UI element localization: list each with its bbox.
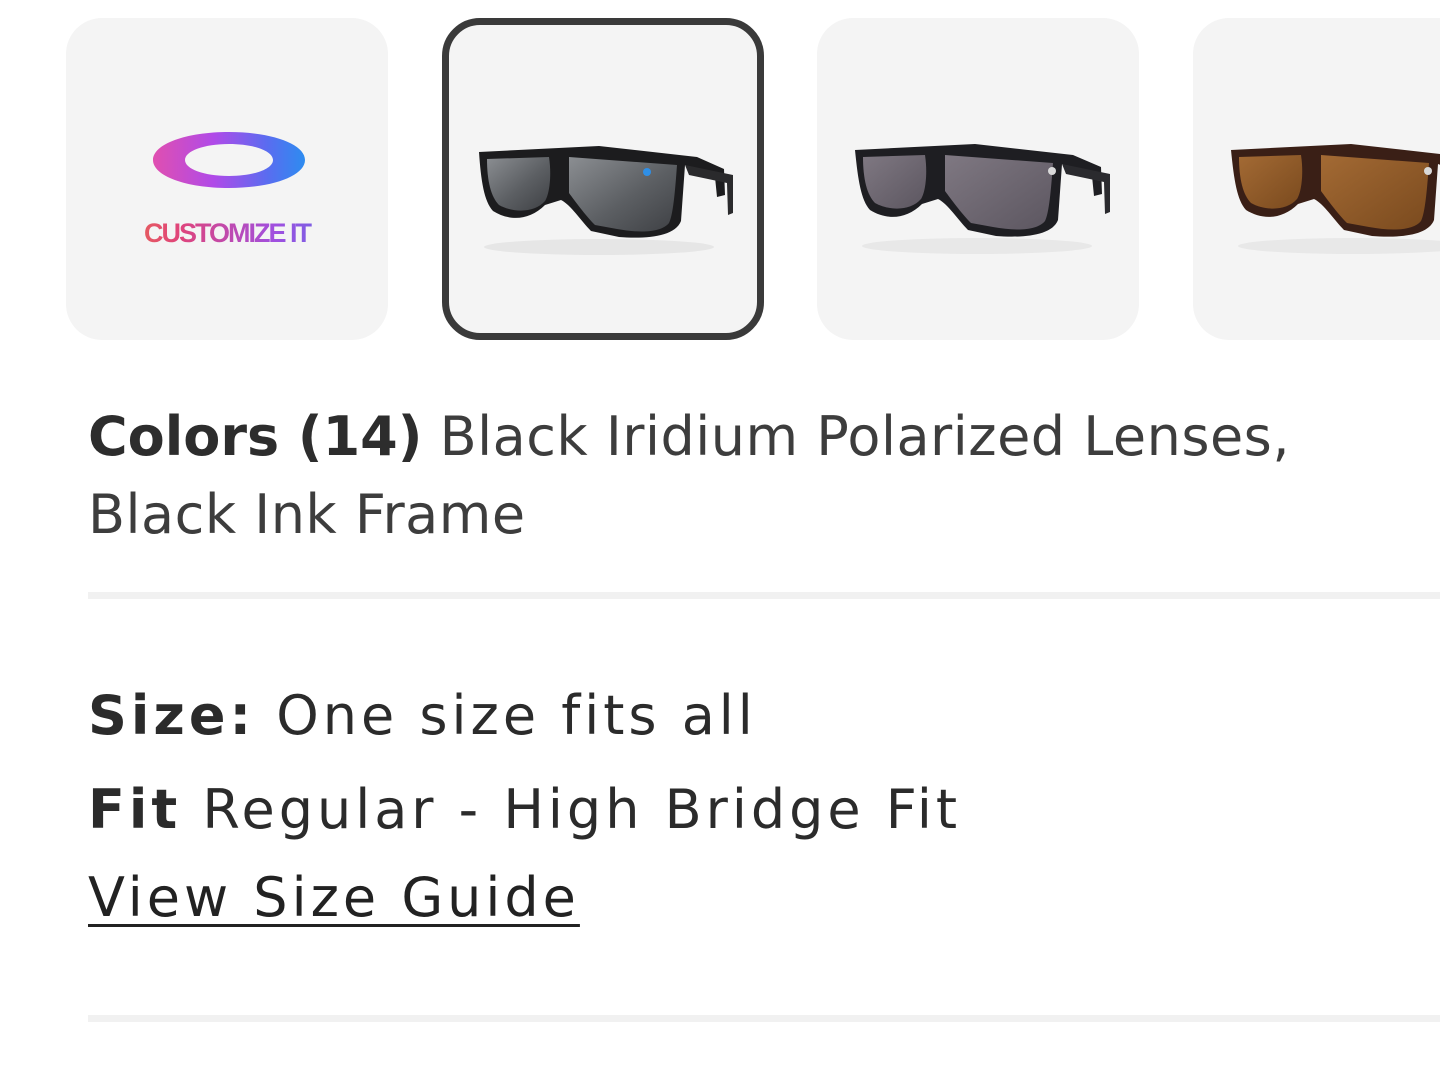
- customize-it-label: CUSTOMIZE IT: [66, 218, 388, 249]
- sunglasses-black-iridium-image: [479, 146, 733, 255]
- fit-value: Regular - High Bridge Fit: [202, 778, 962, 841]
- sunglasses-prizm-bronze-image: [1231, 144, 1440, 254]
- sunglasses-prizm-grey-image: [855, 144, 1110, 254]
- view-size-guide-link[interactable]: View Size Guide: [88, 866, 580, 929]
- selected-color-description: Colors (14) Black Iridium Polarized Lens…: [88, 398, 1368, 554]
- fit-row: Fit Regular - High Bridge Fit: [88, 778, 961, 841]
- size-value: One size fits all: [276, 684, 757, 747]
- section-divider: [88, 1015, 1440, 1022]
- swatch-black-iridium[interactable]: [442, 18, 764, 340]
- size-label: Size:: [88, 684, 256, 747]
- fit-label: Fit: [88, 778, 182, 841]
- swatch-prizm-bronze[interactable]: [1193, 18, 1440, 340]
- color-swatch-row: CUSTOMIZE IT: [66, 18, 1440, 342]
- oakley-ellipse-logo-icon: [153, 132, 305, 188]
- colors-count-label: Colors (14): [88, 405, 423, 468]
- size-row: Size: One size fits all: [88, 684, 757, 747]
- customize-it-swatch[interactable]: CUSTOMIZE IT: [66, 18, 388, 340]
- section-divider: [88, 592, 1440, 599]
- swatch-prizm-grey[interactable]: [817, 18, 1139, 340]
